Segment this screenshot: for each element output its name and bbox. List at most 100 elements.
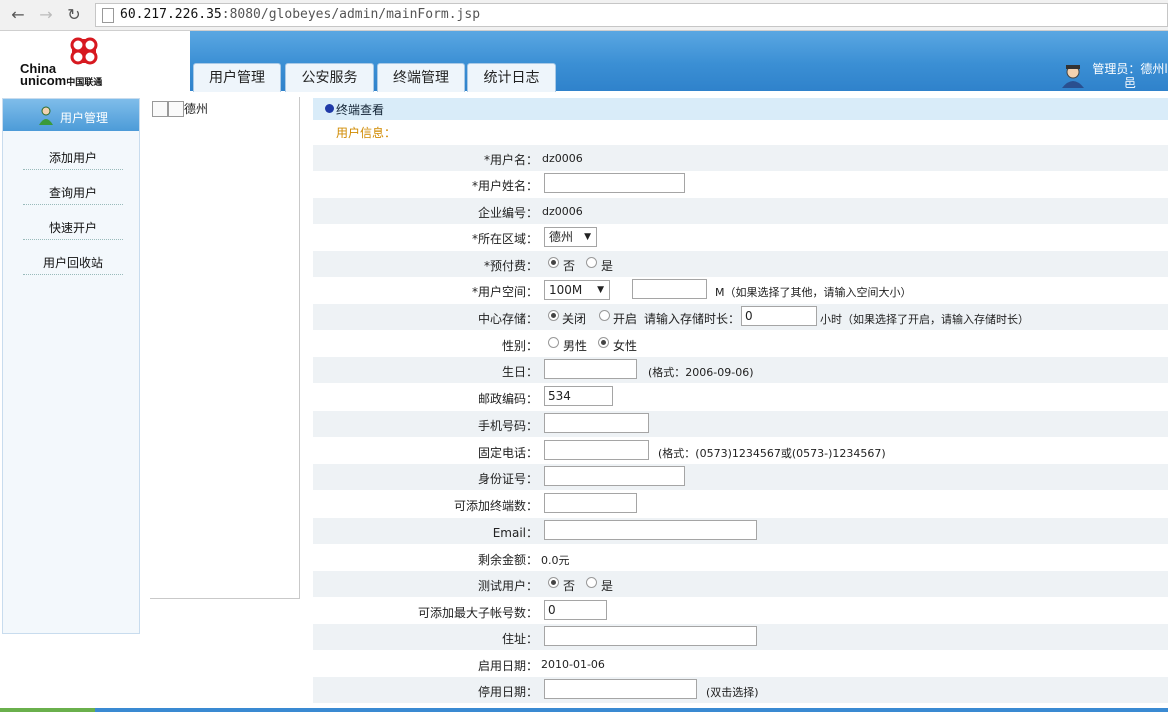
row-username: *用户名： dz0006 (313, 145, 1168, 171)
company-label: 企业编号： (477, 206, 538, 220)
subaccounts-input[interactable]: 0 (544, 600, 607, 620)
storage-label: 中心存储： (477, 312, 538, 326)
gender-label: 性别： (501, 339, 538, 353)
tab-statistics-log[interactable]: 统计日志 (467, 63, 556, 92)
address-bar[interactable]: 60.217.226.35:8080/globeyes/admin/mainFo… (95, 3, 1168, 27)
test-yes-label: 是 (601, 579, 614, 593)
phone-note: (格式：(0573)1234567或(0573-)1234567) (658, 447, 886, 460)
phone-input[interactable] (544, 440, 649, 460)
space-custom-input[interactable] (632, 279, 707, 299)
address-input[interactable] (544, 626, 757, 646)
back-arrow-icon[interactable]: ← (8, 5, 28, 25)
row-start-date: 启用日期： 2010-01-06 (313, 651, 1168, 677)
stop-date-label: 停用日期： (477, 685, 538, 699)
test-no-label: 否 (563, 579, 576, 593)
zip-label: 邮政编码： (477, 392, 538, 406)
space-label: *用户空间： (471, 285, 538, 299)
birthday-input[interactable] (544, 359, 637, 379)
tab-public-security[interactable]: 公安服务 (285, 63, 374, 92)
username-value: dz0006 (542, 152, 583, 165)
sidebar-item-recycle-bin[interactable]: 用户回收站 (23, 254, 123, 275)
row-space: *用户空间： 100M ▼ M（如果选择了其他，请输入空间大小） (313, 277, 1168, 303)
sidebar-item-add-user[interactable]: 添加用户 (23, 149, 123, 170)
row-stop-date: 停用日期： (双击选择) (313, 677, 1168, 703)
bullet-icon (325, 104, 334, 113)
storage-on-radio[interactable] (599, 310, 610, 321)
sidebar-header: 用户管理 (3, 99, 139, 131)
start-date-value: 2010-01-06 (541, 658, 605, 671)
tree-node-dezhou[interactable]: 德州 (184, 100, 208, 117)
admin-avatar-icon (1062, 65, 1084, 88)
admin-label: 管理员：德州l邑 (1092, 62, 1168, 90)
row-address: 住址： (313, 624, 1168, 650)
gender-male-label: 男性 (563, 339, 588, 353)
tab-user-management[interactable]: 用户管理 (193, 63, 281, 92)
test-no-radio[interactable] (548, 577, 559, 588)
tree-toggle-icon[interactable] (152, 101, 168, 117)
section-title-bar: 终端查看 (313, 98, 1168, 120)
fullname-input[interactable] (544, 173, 685, 193)
space-note: M（如果选择了其他，请输入空间大小） (715, 286, 912, 299)
reload-icon[interactable]: ↻ (64, 5, 84, 25)
storage-duration-input[interactable]: 0 (741, 306, 817, 326)
app-header: China unicom中国联通 用户管理 公安服务 终端管理 统计日志 管理员… (0, 31, 1168, 92)
phone-label: 固定电话： (477, 446, 538, 460)
page-icon (102, 8, 114, 23)
forward-arrow-icon[interactable]: → (36, 5, 56, 25)
region-tree: 德州 (150, 97, 300, 599)
row-gender: 性别： 男性 女性 (313, 331, 1168, 357)
row-subaccounts: 可添加最大子帐号数： 0 (313, 598, 1168, 624)
prepaid-yes-label: 是 (601, 259, 614, 273)
row-zip: 邮政编码： 534 (313, 384, 1168, 410)
id-label: 身份证号： (477, 472, 538, 486)
sidebar-item-query-user[interactable]: 查询用户 (23, 184, 123, 205)
email-input[interactable] (544, 520, 757, 540)
chevron-down-icon: ▼ (584, 232, 591, 242)
row-id: 身份证号： (313, 464, 1168, 490)
tab-terminal-management[interactable]: 终端管理 (377, 63, 465, 92)
id-input[interactable] (544, 466, 685, 486)
area-select[interactable]: 德州 ▼ (544, 227, 597, 247)
storage-prompt: 请输入存储时长： (644, 312, 741, 326)
browser-toolbar: ← → ↻ 60.217.226.35:8080/globeyes/admin/… (0, 0, 1168, 31)
balance-value: 0.0元 (541, 554, 570, 567)
email-label: Email： (492, 526, 538, 540)
address-url: 60.217.226.35:8080/globeyes/admin/mainFo… (120, 7, 481, 22)
prepaid-label: *预付费： (483, 259, 538, 273)
sidebar: 用户管理 添加用户 查询用户 快速开户 用户回收站 (2, 98, 140, 634)
row-fullname: *用户姓名： (313, 171, 1168, 197)
company-value: dz0006 (542, 205, 583, 218)
prepaid-no-radio[interactable] (548, 257, 559, 268)
terminals-label: 可添加终端数： (453, 499, 538, 513)
row-area: *所在区域： 德州 ▼ (313, 224, 1168, 250)
storage-off-label: 关闭 (562, 312, 587, 326)
row-company: 企业编号： dz0006 (313, 198, 1168, 224)
mobile-label: 手机号码： (477, 419, 538, 433)
stop-date-input[interactable] (544, 679, 697, 699)
stop-date-note: (双击选择) (706, 686, 759, 699)
address-label: 住址： (501, 632, 538, 646)
birthday-label: 生日： (501, 365, 538, 379)
test-user-label: 测试用户： (477, 579, 538, 593)
row-phone: 固定电话： (格式：(0573)1234567或(0573-)1234567) (313, 438, 1168, 464)
row-balance: 剩余金额： 0.0元 (313, 545, 1168, 571)
row-birthday: 生日： (格式：2006-09-06) (313, 357, 1168, 383)
gender-female-radio[interactable] (598, 337, 609, 348)
row-email: Email： (313, 518, 1168, 544)
prepaid-yes-radio[interactable] (586, 257, 597, 268)
gender-male-radio[interactable] (548, 337, 559, 348)
test-yes-radio[interactable] (586, 577, 597, 588)
username-label: *用户名： (483, 153, 538, 167)
row-prepaid: *预付费： 否 是 (313, 251, 1168, 277)
start-date-label: 启用日期： (477, 659, 538, 673)
row-mobile: 手机号码： (313, 411, 1168, 437)
zip-input[interactable]: 534 (544, 386, 613, 406)
sidebar-item-quick-open[interactable]: 快速开户 (23, 219, 123, 240)
user-icon (39, 106, 53, 125)
storage-on-label: 开启 (613, 312, 638, 326)
terminals-input[interactable] (544, 493, 637, 513)
subaccounts-label: 可添加最大子帐号数： (417, 606, 538, 620)
space-select[interactable]: 100M ▼ (544, 280, 610, 300)
storage-off-radio[interactable] (548, 310, 559, 321)
mobile-input[interactable] (544, 413, 649, 433)
